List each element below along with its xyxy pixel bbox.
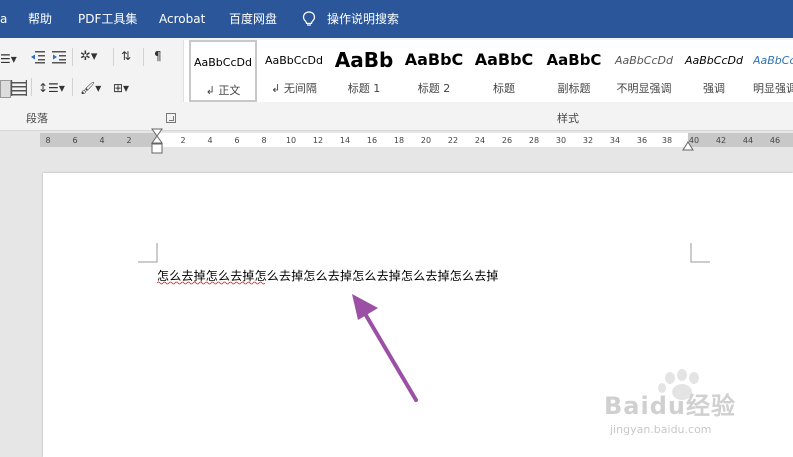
ruler-number: 22: [447, 136, 459, 145]
ruler-number: 30: [555, 136, 567, 145]
spell-check-underline: [157, 281, 265, 285]
distributed-align-icon[interactable]: [11, 80, 27, 96]
style-subtitle[interactable]: AaBbC 副标题: [539, 40, 609, 102]
paragraph-dialog-launcher[interactable]: [166, 113, 176, 123]
shading-icon[interactable]: 🖌▾: [80, 81, 101, 95]
ruler-number: 12: [312, 136, 324, 145]
style-title[interactable]: AaBbC 标题: [469, 40, 539, 102]
lightbulb-icon: [302, 11, 316, 26]
group-label-paragraph: 段落: [26, 112, 48, 125]
align-justify-icon[interactable]: [0, 80, 11, 98]
ruler-number: 4: [99, 136, 105, 145]
ruler-number: 2: [126, 136, 132, 145]
style-subtle-emphasis[interactable]: AaBbCcDd 不明显强调: [609, 40, 679, 102]
menu-tab-baidu-netdisk[interactable]: 百度网盘: [229, 11, 277, 27]
annotation-arrow-icon: [352, 294, 418, 402]
ruler-number: 44: [742, 136, 754, 145]
ruler-number: 42: [715, 136, 727, 145]
menu-tab-pdf-tools[interactable]: PDF工具集: [78, 11, 137, 27]
ruler-number: 26: [501, 136, 513, 145]
style-intense-emphasis[interactable]: AaBbCcDd 明显强调: [749, 40, 793, 102]
ruler-number: 20: [420, 136, 432, 145]
ruler-number: 4: [207, 136, 213, 145]
styles-gallery: AaBbCcDd ↲ 正文 AaBbCcDd ↲ 无间隔 AaBb 标题 1 A…: [183, 40, 793, 102]
style-emphasis[interactable]: AaBbCcDd 强调: [679, 40, 749, 102]
ruler-number: 16: [366, 136, 378, 145]
ruler-number: 10: [285, 136, 297, 145]
ruler-number: 28: [528, 136, 540, 145]
ruler-number: 36: [636, 136, 648, 145]
increase-indent-icon[interactable]: [51, 50, 67, 64]
menu-tab-partial[interactable]: a: [0, 11, 7, 27]
ruler-number: 24: [474, 136, 486, 145]
ruler-number: 2: [180, 136, 186, 145]
menu-tab-help[interactable]: 帮助: [28, 11, 52, 27]
ruler-number: 18: [393, 136, 405, 145]
margin-corner-top-left: [138, 243, 158, 263]
sort-icon[interactable]: ⇅: [121, 49, 131, 63]
style-heading-2[interactable]: AaBbC 标题 2: [399, 40, 469, 102]
menu-bar: a 帮助 PDF工具集 Acrobat 百度网盘 操作说明搜索: [0, 0, 793, 38]
tell-me-search[interactable]: 操作说明搜索: [327, 11, 399, 27]
ruler-number: 6: [234, 136, 240, 145]
group-label-styles: 样式: [557, 112, 579, 125]
ruler-number: 38: [661, 136, 673, 145]
watermark-logo-text: Baidu经验: [604, 392, 736, 420]
ruler-number: 14: [339, 136, 351, 145]
bullets-list-icon[interactable]: ☰▾: [0, 52, 17, 66]
show-marks-icon[interactable]: ¶: [154, 49, 162, 63]
line-spacing-icon[interactable]: ↕☰▾: [38, 81, 65, 95]
borders-icon[interactable]: ⊞▾: [113, 81, 129, 95]
watermark-url: jingyan.baidu.com: [610, 423, 712, 436]
style-no-spacing[interactable]: AaBbCcDd ↲ 无间隔: [259, 40, 329, 102]
ribbon: ☰▾ ✲▾ ⇅ ¶ ↕☰▾ 🖌▾ ⊞▾ 段落 AaBbCcDd ↲ 正文 AaB…: [0, 38, 793, 131]
ruler-number: 6: [72, 136, 78, 145]
ruler-number: 32: [582, 136, 594, 145]
ruler-number: 46: [769, 136, 781, 145]
margin-corner-top-right: [690, 243, 710, 263]
ruler-number: 8: [45, 136, 51, 145]
indent-marker[interactable]: [150, 128, 164, 158]
style-heading-1[interactable]: AaBb 标题 1: [329, 40, 399, 102]
menu-tab-acrobat[interactable]: Acrobat: [159, 11, 205, 27]
asian-layout-icon[interactable]: ✲▾: [80, 50, 97, 64]
right-indent-marker[interactable]: [681, 140, 695, 152]
ruler-number: 8: [261, 136, 267, 145]
ruler-number: 34: [609, 136, 621, 145]
decrease-indent-icon[interactable]: [30, 50, 46, 64]
style-normal[interactable]: AaBbCcDd ↲ 正文: [189, 40, 257, 102]
